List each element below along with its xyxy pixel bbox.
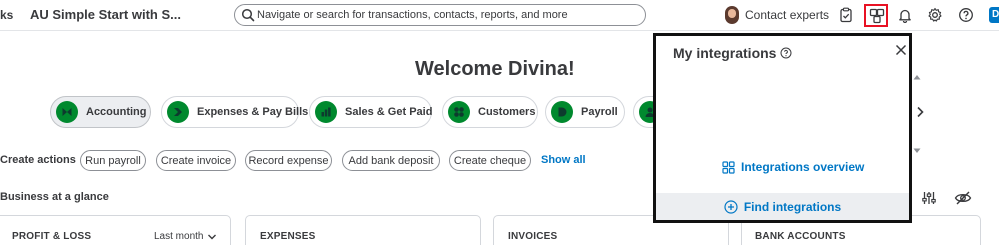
run-payroll-button[interactable]: Run payroll (80, 150, 146, 171)
show-all-link[interactable]: Show all (541, 154, 586, 166)
chip-label: Accounting (86, 106, 147, 118)
search-icon (241, 8, 255, 22)
card-title: EXPENSES (260, 231, 316, 242)
chip-payroll[interactable]: Payroll (545, 96, 625, 128)
payroll-icon (551, 101, 573, 123)
chip-label: Expenses & Pay Bills (197, 106, 309, 118)
company-name[interactable]: AU Simple Start with S... (30, 7, 181, 22)
expert-avatar (725, 6, 739, 24)
chip-sales-get-paid[interactable]: Sales & Get Paid (309, 96, 432, 128)
panel-title: My integrations (673, 45, 777, 61)
profit-loss-card[interactable]: PROFIT & LOSS Last month (0, 215, 231, 245)
customers-icon (448, 101, 470, 123)
top-bar: ks AU Simple Start with S... Contact exp… (0, 0, 999, 31)
record-expense-button[interactable]: Record expense (245, 150, 332, 171)
accounting-icon (56, 101, 78, 123)
card-title: BANK ACCOUNTS (755, 231, 846, 242)
search-bar[interactable] (234, 4, 646, 26)
brand-fragment: ks (0, 8, 14, 22)
chip-customers[interactable]: Customers (442, 96, 538, 128)
card-title: INVOICES (508, 231, 558, 242)
find-integrations-button[interactable]: Find integrations (656, 193, 909, 220)
chip-label: Customers (478, 106, 536, 118)
integrations-overview-link[interactable]: Integrations overview (722, 160, 864, 174)
add-bank-deposit-button[interactable]: Add bank deposit (342, 150, 440, 171)
scroll-down-icon[interactable] (913, 148, 921, 154)
integrations-button[interactable] (864, 4, 888, 27)
clipboard-icon[interactable] (838, 7, 854, 23)
contact-experts-button[interactable]: Contact experts (725, 6, 829, 24)
my-integrations-panel: My integrations Integrations overview Fi… (653, 33, 912, 223)
plus-circle-icon (724, 199, 738, 214)
create-invoice-button[interactable]: Create invoice (156, 150, 236, 171)
create-cheque-button[interactable]: Create cheque (449, 150, 531, 171)
gear-icon[interactable] (927, 7, 943, 23)
create-actions-label: Create actions (0, 154, 76, 166)
expenses-icon (167, 101, 189, 123)
integrations-icon (869, 8, 885, 24)
chevron-down-icon (208, 234, 217, 239)
grid-icon (722, 160, 735, 174)
period-label: Last month (154, 231, 204, 242)
card-title: PROFIT & LOSS (12, 231, 92, 242)
hide-eye-icon[interactable] (954, 190, 972, 206)
contact-experts-label: Contact experts (745, 8, 830, 22)
scroll-up-icon[interactable] (913, 74, 921, 80)
help-icon[interactable] (958, 7, 974, 23)
help-circle-icon[interactable] (780, 47, 792, 59)
chip-accounting[interactable]: Accounting (50, 96, 151, 128)
chip-expenses-pay-bills[interactable]: Expenses & Pay Bills (161, 96, 308, 128)
close-icon[interactable] (895, 44, 907, 56)
find-integrations-label: Find integrations (743, 199, 842, 214)
integrations-overview-label: Integrations overview (741, 160, 865, 174)
search-input[interactable] (257, 7, 637, 23)
chevron-right-icon[interactable] (915, 106, 925, 118)
sales-icon (315, 101, 337, 123)
user-avatar[interactable]: D (989, 7, 999, 23)
welcome-heading: Welcome Divina! (415, 58, 575, 80)
bell-icon[interactable] (897, 7, 913, 23)
chip-label: Sales & Get Paid (345, 106, 433, 118)
expenses-card[interactable]: EXPENSES (245, 215, 481, 245)
sliders-icon[interactable] (921, 190, 937, 206)
chip-label: Payroll (581, 106, 618, 118)
period-dropdown[interactable]: Last month (154, 231, 217, 242)
business-at-a-glance-heading: Business at a glance (0, 191, 109, 203)
